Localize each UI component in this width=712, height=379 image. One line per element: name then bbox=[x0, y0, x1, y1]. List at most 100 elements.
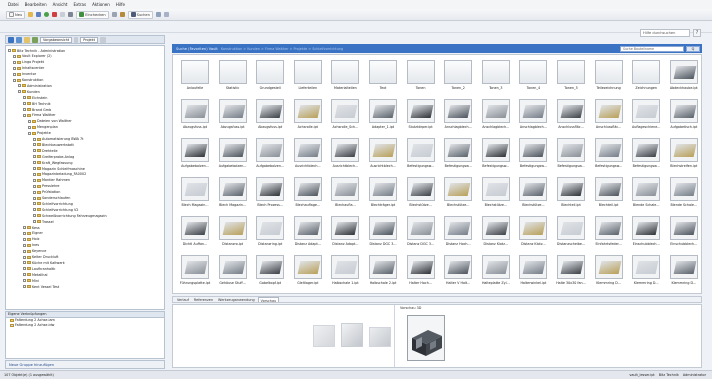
expand-icon[interactable] bbox=[33, 208, 36, 212]
tree-item[interactable]: Brand Gmb bbox=[23, 107, 51, 112]
preview-3d-model[interactable] bbox=[407, 315, 445, 361]
folder-tile[interactable]: Tonen_2 bbox=[438, 58, 478, 96]
file-tile[interactable]: Distanz Adapt... bbox=[325, 214, 365, 252]
file-tile[interactable]: Einschubblech... bbox=[626, 214, 666, 252]
file-tile[interactable]: Blech Prozess... bbox=[250, 175, 290, 213]
file-tile[interactable]: Klemmring D... bbox=[589, 253, 629, 291]
tree-item[interactable]: Presslehre bbox=[33, 184, 60, 189]
tree-item[interactable]: Firma Walther bbox=[23, 113, 56, 118]
expand-icon[interactable] bbox=[18, 84, 21, 88]
file-tile[interactable]: Anschlussfläc... bbox=[589, 97, 629, 135]
expand-icon[interactable] bbox=[28, 131, 31, 135]
tree-item[interactable]: Vault Explorer (2) bbox=[13, 54, 52, 59]
file-tile[interactable]: Halter Hoch... bbox=[401, 253, 441, 291]
pin-icon[interactable] bbox=[99, 36, 106, 43]
file-tile[interactable]: Blechteil.ipt bbox=[589, 175, 629, 213]
expand-icon[interactable] bbox=[33, 184, 36, 188]
file-tile[interactable]: Distanz Klotz... bbox=[513, 214, 553, 252]
file-tile[interactable]: Blende Schale... bbox=[626, 175, 666, 213]
expand-icon[interactable] bbox=[33, 172, 36, 176]
file-tile[interactable]: Dichtl Auffan... bbox=[175, 214, 215, 252]
file-tile[interactable]: Gleitlager.ipt bbox=[288, 253, 328, 291]
file-tile[interactable]: Blechstütze... bbox=[476, 175, 516, 213]
expand-icon[interactable] bbox=[28, 119, 31, 123]
tree-item[interactable]: Greiferprobe-Anlag bbox=[33, 154, 74, 159]
file-tile[interactable]: Führungsplatte.ipt bbox=[175, 253, 215, 291]
tree-item[interactable]: Magazinbeladung_FA0002 bbox=[33, 172, 86, 177]
folder-tile[interactable]: Materialteilen bbox=[325, 58, 365, 96]
search-go-button[interactable]: Q bbox=[686, 46, 700, 52]
expand-icon[interactable] bbox=[33, 155, 36, 159]
file-tile[interactable]: Distanz Adapt... bbox=[288, 214, 328, 252]
file-tile[interactable]: Distanzring.ipt bbox=[250, 214, 290, 252]
file-tile[interactable]: Blechstütze... bbox=[513, 175, 553, 213]
expand-icon[interactable] bbox=[23, 102, 26, 106]
file-tile[interactable]: Halbschale 2.ipt bbox=[363, 253, 403, 291]
tree-item[interactable]: Schweißvorrichtung Fahrzeugmagazin bbox=[33, 213, 107, 218]
menu-item[interactable]: Extras bbox=[73, 2, 86, 7]
tree-item[interactable]: Prüfstation bbox=[33, 190, 60, 195]
tab-usage[interactable]: Werkzeuganwendung bbox=[216, 297, 257, 302]
tree-item[interactable]: Holz bbox=[23, 237, 39, 242]
tree-item[interactable]: Dateien von Walther bbox=[28, 119, 72, 124]
file-tile[interactable]: Anschlagblech... bbox=[513, 97, 553, 135]
file-tile[interactable]: Halter V Halt... bbox=[438, 253, 478, 291]
tree-item[interactable]: BH Technik bbox=[23, 101, 51, 106]
file-tile[interactable]: Halteplatte Zyl... bbox=[476, 253, 516, 291]
file-tile[interactable]: Aufgabebolzen... bbox=[250, 136, 290, 174]
expand-icon[interactable] bbox=[33, 143, 36, 147]
file-tile[interactable]: Distanz Hoch... bbox=[438, 214, 478, 252]
expand-icon[interactable] bbox=[23, 273, 26, 277]
history-icon[interactable] bbox=[111, 12, 117, 17]
file-tile[interactable]: Achsrolle_Sch... bbox=[325, 97, 365, 135]
file-tile[interactable]: Anschlussfläc... bbox=[551, 97, 591, 135]
tree-item[interactable]: Inventor bbox=[13, 72, 36, 77]
tree-item[interactable]: Kraft_Wegfassung bbox=[33, 160, 73, 165]
file-tile[interactable]: Abdeckhaube.ipt bbox=[664, 58, 704, 96]
expand-icon[interactable] bbox=[23, 237, 26, 241]
tree-item[interactable]: Drehteile bbox=[33, 148, 58, 153]
expand-icon[interactable] bbox=[13, 54, 16, 58]
expand-icon[interactable] bbox=[33, 149, 36, 153]
file-tile[interactable]: Anschlagblech... bbox=[438, 97, 478, 135]
copy-icon[interactable] bbox=[60, 12, 66, 17]
file-tile[interactable]: Befestigungsw... bbox=[626, 136, 666, 174]
tree-item[interactable]: Eichstein bbox=[23, 95, 47, 100]
back-icon[interactable] bbox=[16, 36, 22, 43]
file-tile[interactable]: Blechstütze... bbox=[438, 175, 478, 213]
project-select[interactable]: Projekt bbox=[80, 36, 98, 43]
tree-item[interactable]: Keyence bbox=[23, 249, 46, 254]
menu-item[interactable]: Aktionen bbox=[92, 2, 110, 7]
file-tile[interactable]: Befestigungsw... bbox=[513, 136, 553, 174]
tree-item[interactable]: Lingo Projekt bbox=[13, 60, 44, 65]
file-tile[interactable]: Einfahrtsfeder... bbox=[589, 214, 629, 252]
menu-item[interactable]: Hilfe bbox=[116, 2, 125, 7]
expand-icon[interactable] bbox=[23, 226, 26, 229]
expand-icon[interactable] bbox=[23, 267, 26, 271]
tree-item[interactable]: Automatisierung BWA 7t bbox=[33, 137, 84, 142]
expand-icon[interactable] bbox=[8, 49, 11, 52]
expand-icon[interactable] bbox=[13, 60, 16, 64]
dropdown-icon[interactable] bbox=[74, 36, 79, 43]
file-tile[interactable]: Gehäuse Stuff... bbox=[213, 253, 253, 291]
expand-icon[interactable] bbox=[23, 108, 26, 111]
tree-item[interactable]: Metallhal bbox=[23, 272, 47, 277]
tree-item[interactable]: Küche mit Kaltwerk bbox=[23, 260, 65, 265]
file-tile[interactable]: Einschubblech... bbox=[664, 214, 704, 252]
print-icon[interactable] bbox=[68, 12, 74, 17]
expand-icon[interactable] bbox=[23, 285, 26, 288]
folder-tile[interactable]: Text bbox=[363, 58, 403, 96]
file-tile[interactable]: Aufgabebolzen... bbox=[175, 136, 215, 174]
help-search-input[interactable]: Hilfe durchsuchen bbox=[640, 29, 690, 37]
folder-tile[interactable]: Lieferteilen bbox=[288, 58, 328, 96]
expand-icon[interactable] bbox=[18, 90, 21, 94]
expand-icon[interactable] bbox=[28, 125, 31, 129]
file-tile[interactable]: Ausrichtblech... bbox=[288, 136, 328, 174]
tree-item[interactable]: Magazin Schleifmaschine bbox=[33, 166, 85, 171]
checkin-button[interactable]: Einchecken bbox=[76, 10, 109, 19]
tree-item[interactable]: Kent Vessel Test bbox=[23, 284, 59, 289]
file-tile[interactable]: Distanz DGC 3... bbox=[363, 214, 403, 252]
file-tile[interactable]: Blechaufla... bbox=[325, 175, 365, 213]
zoom-icon[interactable] bbox=[163, 12, 169, 17]
expand-icon[interactable] bbox=[23, 261, 26, 265]
